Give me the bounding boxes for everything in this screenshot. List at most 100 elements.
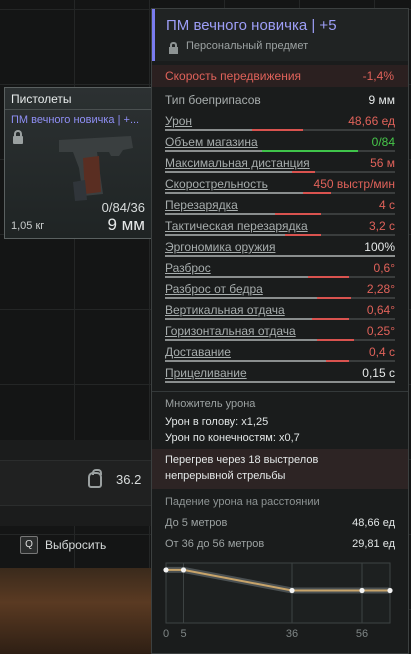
stat-value: 0,6° [373,261,395,275]
tooltip-header: ПМ вечного новичка | +5 Персональный пре… [152,9,408,61]
stat-row: Доставание 0,4 с [165,343,395,364]
stat-bar-fill [165,339,317,341]
stat-bar-fill [165,129,253,131]
stat-bar [165,360,395,362]
card-divider [5,109,153,110]
stat-row: Разброс 0,6° [165,259,395,280]
multiplier-head: Урон в голову: х1,25 [165,416,269,428]
stat-bar-delta [326,360,349,362]
stat-label: Разброс от бедра [165,282,263,296]
speed-penalty-row: Скорость передвижения -1,4% [152,65,408,87]
stat-bar-delta [261,150,359,152]
chart-point [289,587,295,594]
stat-value: 0,15 с [362,366,395,380]
stat-bar-delta [316,297,352,299]
item-tooltip: ПМ вечного новичка | +5 Персональный пре… [151,8,409,654]
stat-bar [165,171,395,173]
stat-bar-fill [165,318,313,320]
multiplier-title: Множитель урона [165,398,256,410]
stat-bar-fill [165,192,303,194]
stat-row: Тип боеприпасов 9 мм [165,91,395,112]
discard-button[interactable]: Q Выбросить [20,530,106,560]
stat-label: Скорострельность [165,177,268,191]
stat-value: 2,28° [366,282,395,296]
stat-bar [165,297,395,299]
stat-bar-fill [165,255,395,257]
lock-icon [13,130,23,144]
stat-value: 0,4 с [368,345,395,359]
overheat-line2: непрерывной стрельбы [165,470,286,482]
stat-label: Вертикальная отдача [165,303,285,317]
chart-tick-label: 56 [356,628,368,639]
stat-label: Перезарядка [165,198,238,212]
overheat-line1: Перегрев через 18 выстрелов [165,454,319,466]
stat-bar [165,234,395,236]
falloff-label: До 5 метров [165,517,228,529]
stat-value: 9 мм [368,93,395,107]
stat-row: Вертикальная отдача 0,64° [165,301,395,322]
item-ammo: 0/84/36 [101,200,145,215]
stat-bar-delta [312,318,349,320]
stat-bar [165,192,395,194]
tooltip-title: ПМ вечного новичка | +5 [166,17,337,34]
stat-bar-delta [252,129,303,131]
chart-point [163,567,169,573]
weight-indicator: 36.2 [78,460,153,504]
chart-point [387,587,393,594]
falloff-value: 29,81 ед [352,538,395,550]
discard-label: Выбросить [45,538,107,552]
stat-bar [165,276,395,278]
stat-row: Скорострельность 450 выстр/мин [165,175,395,196]
pistol-icon [59,136,133,201]
tooltip-subtitle: Персональный предмет [186,40,309,52]
stat-row: Перезарядка 4 с [165,196,395,217]
falloff-title: Падение урона на расстоянии [165,496,320,508]
stat-label: Тактическая перезарядка [165,219,308,233]
chart-point [180,567,187,573]
stat-row: Эргономика оружия 100% [165,238,395,259]
stat-bar [165,213,395,215]
item-weight: 1,05 кг [11,220,45,232]
stat-bar-delta [307,276,349,278]
falloff-value: 48,66 ед [352,517,395,529]
stat-value: 4 с [378,198,395,212]
stat-bar-fill [165,171,292,173]
damage-falloff-chart: 0 5 36 56 [163,562,393,639]
stat-bar [165,339,395,341]
overheat-box: Перегрев через 18 выстрелов непрерывной … [152,449,408,489]
stat-bar-delta [275,213,322,215]
stat-label: Урон [165,114,193,128]
stat-bar-delta [284,234,322,236]
stat-row: Максимальная дистанция 56 м [165,154,395,175]
stat-bar [165,381,395,383]
stat-label: Максимальная дистанция [165,156,310,170]
speed-value: -1,4% [362,69,394,83]
stat-bar [165,255,395,257]
stat-row: Объем магазина 0/84 [165,133,395,154]
chart-tick-label: 0 [163,628,169,639]
stat-bar [165,129,395,131]
background-scene [0,568,160,654]
stat-bar-fill [165,213,276,215]
lock-icon [169,42,178,54]
stat-bar-fill [165,381,395,383]
stat-label: Тип боеприпасов [165,93,261,107]
stat-row: Урон 48,66 ед [165,112,395,133]
stat-value: 450 выстр/мин [313,177,395,191]
chart-tick-label: 5 [180,628,186,639]
stat-bar-fill [165,150,262,152]
chart-tick-label: 36 [286,628,298,639]
stat-row: Разброс от бедра 2,28° [165,280,395,301]
chart-point [359,587,365,594]
stat-bar-fill [165,234,285,236]
stat-row: Тактическая перезарядка 3,2 с [165,217,395,238]
stat-value: 100% [364,240,395,254]
stat-value: 0,25° [366,324,395,338]
stat-label: Эргономика оружия [165,240,276,254]
item-card[interactable]: Пистолеты ПМ вечного новичка | +... 0/84… [4,87,154,239]
stat-row: Прицеливание 0,15 с [165,364,395,385]
stat-row: Горизонтальная отдача 0,25° [165,322,395,343]
stat-label: Объем магазина [165,135,258,149]
stat-label: Прицеливание [165,366,247,380]
stat-bar-fill [165,297,317,299]
